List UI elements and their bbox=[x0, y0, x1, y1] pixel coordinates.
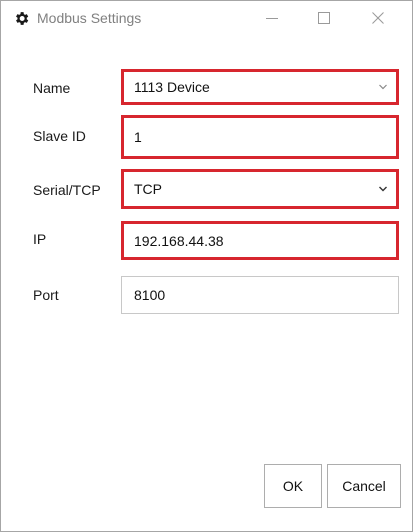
title-bar: Modbus Settings bbox=[1, 1, 412, 35]
close-icon bbox=[372, 12, 384, 24]
ip-label: IP bbox=[33, 231, 47, 247]
minimize-icon bbox=[266, 18, 278, 19]
port-input[interactable] bbox=[122, 277, 398, 313]
chevron-down-icon bbox=[379, 84, 387, 90]
name-label: Name bbox=[33, 80, 71, 96]
ip-field[interactable] bbox=[121, 221, 399, 260]
modbus-settings-window: Modbus Settings Name 1113 Device Slave I… bbox=[0, 0, 413, 532]
name-dropdown[interactable]: 1113 Device bbox=[121, 69, 399, 105]
serial-tcp-label: Serial/TCP bbox=[33, 182, 101, 198]
maximize-icon bbox=[318, 12, 330, 24]
minimize-button[interactable] bbox=[249, 1, 295, 35]
slave-id-input[interactable] bbox=[124, 118, 396, 156]
close-button[interactable] bbox=[355, 1, 401, 35]
maximize-button[interactable] bbox=[301, 1, 347, 35]
serial-tcp-value: TCP bbox=[134, 181, 162, 197]
ok-button[interactable]: OK bbox=[264, 464, 322, 508]
port-label: Port bbox=[33, 287, 59, 303]
slave-id-label: Slave ID bbox=[33, 128, 86, 144]
name-value: 1113 Device bbox=[134, 79, 210, 95]
slave-id-field[interactable] bbox=[121, 115, 399, 159]
serial-tcp-dropdown[interactable]: TCP bbox=[121, 169, 399, 209]
port-field[interactable] bbox=[121, 276, 399, 314]
gear-icon bbox=[16, 12, 29, 25]
ip-input[interactable] bbox=[124, 224, 396, 257]
cancel-button[interactable]: Cancel bbox=[327, 464, 401, 508]
window-title: Modbus Settings bbox=[37, 10, 142, 26]
chevron-down-icon bbox=[379, 186, 387, 192]
